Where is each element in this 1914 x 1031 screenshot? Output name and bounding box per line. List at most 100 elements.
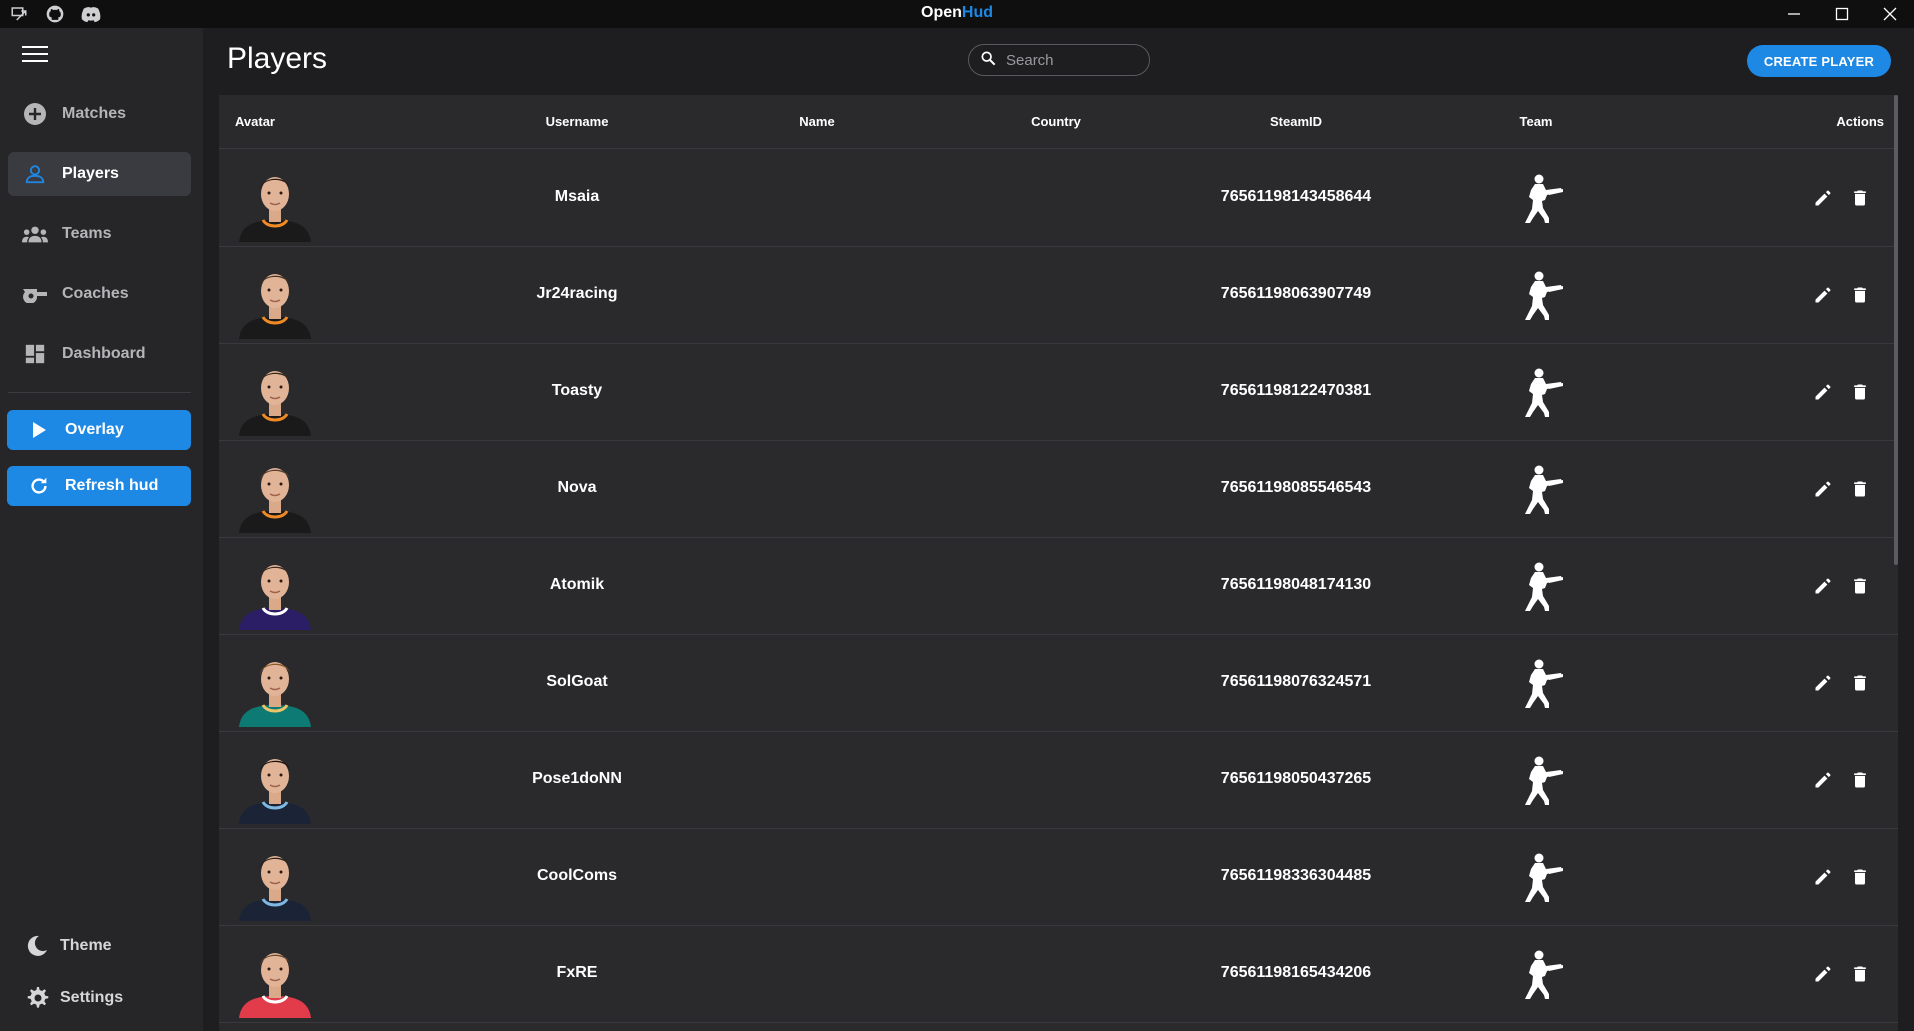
page-title: Players: [227, 42, 328, 75]
delete-icon[interactable]: [1850, 188, 1870, 208]
counter-terrorist-icon: [1509, 752, 1565, 808]
sidebar-item-label: Dashboard: [62, 345, 146, 362]
moon-icon: [24, 933, 50, 959]
table-row[interactable]: Jr24racing 76561198063907749: [219, 247, 1898, 344]
delete-icon[interactable]: [1850, 867, 1870, 887]
table-row[interactable]: Msaia 76561198143458644: [219, 150, 1898, 247]
table-row[interactable]: Atomik 76561198048174130: [219, 538, 1898, 635]
delete-icon[interactable]: [1850, 770, 1870, 790]
sidebar-item-label: Players: [62, 165, 119, 182]
table-row[interactable]: Pose1doNN 76561198050437265: [219, 732, 1898, 829]
close-icon[interactable]: [1866, 0, 1914, 28]
counter-terrorist-icon: [1509, 655, 1565, 711]
counter-terrorist-icon: [1509, 849, 1565, 905]
sidebar-item-label: Coaches: [62, 285, 129, 302]
edit-icon[interactable]: [1813, 964, 1833, 984]
theme-label: Theme: [60, 937, 112, 954]
refresh-label: Refresh hud: [65, 477, 159, 494]
person-icon: [22, 161, 48, 187]
table-row[interactable]: CoolComs 76561198336304485: [219, 829, 1898, 926]
sidebar-item-dashboard[interactable]: Dashboard: [8, 332, 191, 376]
edit-icon[interactable]: [1813, 382, 1833, 402]
delete-icon[interactable]: [1850, 673, 1870, 693]
sidebar-item-matches[interactable]: Matches: [8, 92, 191, 136]
delete-icon[interactable]: [1850, 382, 1870, 402]
edit-icon[interactable]: [1813, 285, 1833, 305]
search-box[interactable]: [968, 44, 1150, 76]
player-avatar: [235, 356, 315, 436]
column-header-username: Username: [545, 114, 609, 129]
sidebar-item-teams[interactable]: Teams: [8, 212, 191, 256]
sidebar-item-label: Matches: [62, 105, 127, 122]
refresh-hud-button[interactable]: Refresh hud: [7, 466, 191, 506]
edit-icon[interactable]: [1813, 188, 1833, 208]
counter-terrorist-icon: [1509, 946, 1565, 1002]
dashboard-icon: [22, 341, 48, 367]
column-header-steamid: SteamID: [1269, 114, 1323, 129]
sidebar-item-label: Teams: [62, 225, 112, 242]
group-icon: [22, 221, 48, 247]
hamburger-icon[interactable]: [22, 46, 48, 66]
player-avatar: [235, 162, 315, 242]
table-row[interactable]: SolGoat 76561198076324571: [219, 635, 1898, 732]
player-username: Jr24racing: [536, 285, 618, 302]
counter-terrorist-icon: [1509, 364, 1565, 420]
delete-icon[interactable]: [1850, 964, 1870, 984]
player-username: Nova: [557, 479, 597, 496]
player-username: Msaia: [554, 188, 600, 205]
overlay-button[interactable]: Overlay: [7, 410, 191, 450]
search-icon: [980, 50, 996, 71]
counter-terrorist-icon: [1509, 170, 1565, 226]
player-username: SolGoat: [546, 673, 608, 690]
player-steamid: 76561198076324571: [1220, 673, 1372, 690]
column-header-actions: Actions: [1836, 114, 1884, 129]
player-avatar: [235, 744, 315, 824]
column-header-avatar: Avatar: [235, 114, 275, 129]
settings-button[interactable]: Settings: [24, 983, 123, 1013]
player-avatar: [235, 453, 315, 533]
table-row[interactable]: FxRE 76561198165434206: [219, 926, 1898, 1023]
edit-icon[interactable]: [1813, 673, 1833, 693]
sidebar-item-coaches[interactable]: Coaches: [8, 272, 191, 316]
player-username: FxRE: [556, 964, 598, 981]
search-input[interactable]: [1006, 51, 1136, 69]
delete-icon[interactable]: [1850, 576, 1870, 596]
edit-icon[interactable]: [1813, 576, 1833, 596]
settings-label: Settings: [60, 989, 124, 1006]
edit-icon[interactable]: [1813, 770, 1833, 790]
counter-terrorist-icon: [1509, 461, 1565, 517]
player-avatar: [235, 259, 315, 339]
table-row[interactable]: Nova 76561198085546543: [219, 441, 1898, 538]
create-player-button[interactable]: CREATE PLAYER: [1747, 45, 1891, 77]
table-row[interactable]: Toasty 76561198122470381: [219, 344, 1898, 441]
add-circle-icon: [22, 101, 48, 127]
maximize-icon[interactable]: [1818, 0, 1866, 28]
play-icon: [27, 418, 51, 442]
edit-icon[interactable]: [1813, 867, 1833, 887]
player-steamid: 76561198085546543: [1220, 479, 1372, 496]
column-header-name: Name: [799, 114, 835, 129]
sidebar-item-players[interactable]: Players: [8, 152, 191, 196]
delete-icon[interactable]: [1850, 285, 1870, 305]
sidebar-divider: [8, 392, 191, 393]
theme-toggle[interactable]: Theme: [24, 931, 112, 961]
player-steamid: 76561198063907749: [1220, 285, 1372, 302]
player-steamid: 76561198122470381: [1220, 382, 1372, 399]
player-steamid: 76561198143458644: [1220, 188, 1372, 205]
overlay-label: Overlay: [65, 421, 124, 438]
title-bar: OpenHud: [0, 0, 1914, 28]
player-avatar: [235, 938, 315, 1018]
players-table: Avatar Username Name Country SteamID Tea…: [219, 95, 1898, 1031]
player-steamid: 76561198336304485: [1220, 867, 1372, 884]
table-header: Avatar Username Name Country SteamID Tea…: [219, 95, 1898, 149]
delete-icon[interactable]: [1850, 479, 1870, 499]
minimize-icon[interactable]: [1770, 0, 1818, 28]
whistle-icon: [22, 281, 48, 307]
edit-icon[interactable]: [1813, 479, 1833, 499]
column-header-country: Country: [1031, 114, 1081, 129]
player-steamid: 76561198165434206: [1220, 964, 1372, 981]
player-steamid: 76561198050437265: [1220, 770, 1372, 787]
counter-terrorist-icon: [1509, 558, 1565, 614]
column-header-team: Team: [1519, 114, 1553, 129]
scrollbar[interactable]: [1894, 95, 1898, 565]
